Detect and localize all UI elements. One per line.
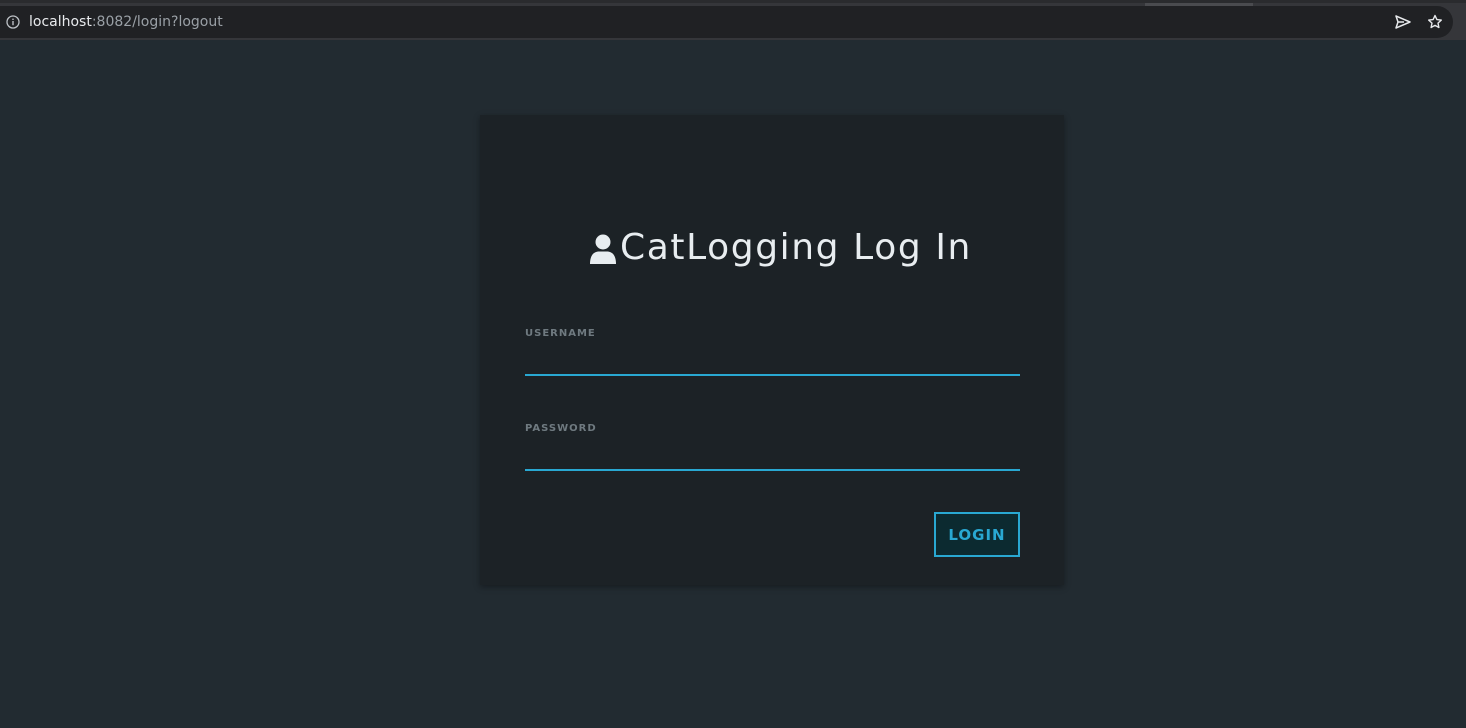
password-input[interactable] (525, 445, 1020, 471)
user-icon (590, 234, 616, 264)
page-title: CatLogging Log In (620, 227, 972, 268)
username-label: USERNAME (525, 328, 596, 339)
username-input[interactable] (525, 350, 1020, 376)
star-icon[interactable] (1427, 14, 1443, 30)
address-bar[interactable]: localhost:8082/login?logout (0, 6, 1453, 38)
login-button[interactable]: LOGIN (934, 512, 1020, 557)
url-text[interactable]: localhost:8082/login?logout (29, 13, 223, 31)
info-icon[interactable] (6, 15, 20, 29)
login-title: CatLogging Log In (588, 226, 972, 270)
password-label: PASSWORD (525, 423, 597, 434)
browser-toolbar: localhost:8082/login?logout (0, 0, 1466, 40)
send-icon[interactable] (1395, 14, 1411, 30)
url-host: localhost (29, 14, 92, 30)
url-path: :8082/login?logout (91, 14, 223, 30)
